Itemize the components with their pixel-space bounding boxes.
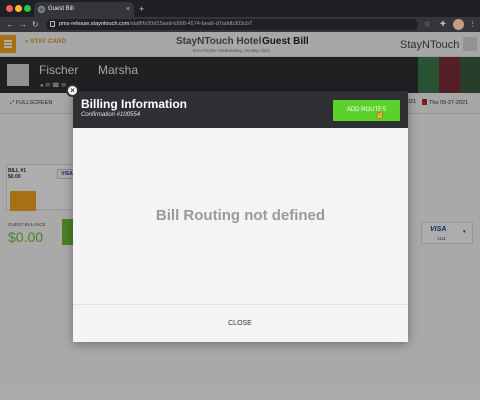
dialog-header: Billing Information Confirmation #100554… (73, 91, 408, 128)
lock-icon (50, 21, 55, 27)
browser-window: Guest Bill × + ← → ↻ pms-release.staynto… (0, 0, 480, 400)
profile-avatar[interactable] (453, 19, 464, 30)
window-close-dot[interactable] (6, 5, 13, 12)
forward-arrow-icon[interactable]: → (19, 18, 27, 31)
tab-close-icon[interactable]: × (126, 2, 130, 17)
browser-menu-icon[interactable]: ⋮ (469, 18, 476, 31)
address-bar: ← → ↻ pms-release.stayntouch.com/staff/h… (0, 17, 480, 32)
extensions-icon[interactable]: ✚ (440, 18, 446, 31)
url-path: /staff/h/20d15aed-b598-4574-bea6-d7addb3… (129, 21, 253, 27)
tab-title: Guest Bill (48, 6, 74, 12)
browser-tab-bar: Guest Bill × + (0, 0, 480, 17)
back-arrow-icon[interactable]: ← (6, 18, 14, 31)
confirmation-number: Confirmation #100554 (81, 112, 141, 118)
new-tab-button[interactable]: + (139, 2, 144, 16)
tab-favicon-icon (38, 6, 45, 13)
add-routes-button[interactable]: ADD ROUTES (333, 100, 400, 121)
url-host: pms-release.stayntouch.com (59, 21, 130, 27)
reload-icon[interactable]: ↻ (32, 18, 39, 31)
url-field[interactable]: pms-release.stayntouch.com/staff/h/20d15… (46, 19, 418, 30)
empty-state-message: Bill Routing not defined (155, 207, 326, 224)
dialog-close-icon[interactable]: × (66, 84, 79, 97)
dialog-divider (73, 304, 408, 305)
close-button[interactable]: CLOSE (220, 317, 260, 331)
window-zoom-dot[interactable] (24, 5, 31, 12)
billing-information-dialog: Billing Information Confirmation #100554… (73, 91, 408, 342)
window-minimize-dot[interactable] (15, 5, 22, 12)
browser-tab[interactable]: Guest Bill × (34, 2, 134, 17)
bookmark-star-icon[interactable]: ☆ (424, 18, 430, 31)
hand-cursor-icon: ☝ (375, 110, 385, 119)
dialog-title: Billing Information (81, 97, 187, 111)
